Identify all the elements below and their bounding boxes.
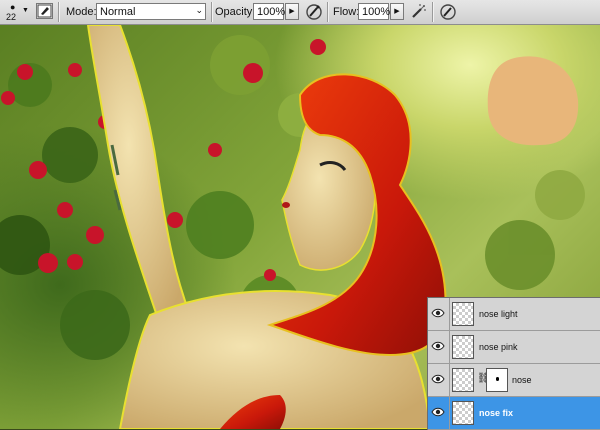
mode-label: Mode: (66, 6, 97, 18)
layer-row[interactable]: nose light (428, 298, 600, 331)
layer-name: nose (512, 375, 532, 385)
brush-panel-toggle-button[interactable] (36, 3, 53, 19)
visibility-toggle[interactable] (428, 364, 450, 396)
lips (282, 202, 290, 208)
flow-slider-button[interactable]: ▶ (390, 3, 404, 20)
brush-size-value: 22 (6, 12, 17, 22)
options-bar: ● 22 ▼ Mode: Normal ⌄ Opacity: 100% ▶ Fl… (0, 0, 600, 25)
eye-icon (431, 374, 445, 384)
layer-name: nose fix (479, 408, 514, 418)
flow-value: 100% (362, 6, 391, 18)
layer-name: nose pink (479, 342, 518, 352)
pen-pressure-icon (306, 4, 322, 20)
mode-value: Normal (100, 6, 136, 18)
flow-label: Flow: (333, 6, 360, 18)
layer-mask-thumbnail[interactable] (486, 368, 508, 392)
layer-name: nose light (479, 309, 518, 319)
chevron-down-icon: ▼ (22, 7, 29, 14)
visibility-toggle[interactable] (428, 397, 450, 429)
tablet-pressure-size-button[interactable] (438, 2, 458, 22)
brush-preset-picker[interactable]: ● 22 ▼ (2, 2, 29, 23)
eye-icon (431, 308, 445, 318)
opacity-label: Opacity: (215, 6, 256, 18)
separator (327, 2, 329, 22)
opacity-field[interactable]: 100% (253, 3, 286, 20)
separator (432, 2, 434, 22)
layer-thumbnail (452, 368, 474, 392)
mode-select[interactable]: Normal ⌄ (96, 3, 206, 20)
separator (58, 2, 60, 22)
visibility-toggle[interactable] (428, 298, 450, 330)
layer-row-selected[interactable]: nose fix (428, 397, 600, 430)
eye-icon (431, 407, 445, 417)
tablet-pressure-opacity-button[interactable] (304, 2, 324, 22)
chevron-down-icon: ⌄ (195, 5, 203, 15)
arm (86, 25, 192, 327)
color-swatch (487, 56, 579, 146)
brush-panel-icon (37, 4, 52, 18)
separator (211, 2, 213, 22)
opacity-value: 100% (257, 6, 286, 18)
airbrush-icon (412, 4, 426, 18)
eye-icon (431, 341, 445, 351)
airbrush-button[interactable] (409, 2, 429, 22)
visibility-toggle[interactable] (428, 331, 450, 363)
layer-row[interactable]: ⛓ nose (428, 364, 600, 397)
layers-panel: nose light nose pink ⛓ nose nose fix (427, 297, 600, 430)
pen-pressure-size-icon (440, 4, 456, 20)
layer-thumbnail (452, 302, 474, 326)
flow-field[interactable]: 100% (358, 3, 391, 20)
layer-row[interactable]: nose pink (428, 331, 600, 364)
brush-tip-icon: ● (10, 2, 16, 12)
layer-thumbnail (452, 401, 474, 425)
layer-thumbnail (452, 335, 474, 359)
opacity-slider-button[interactable]: ▶ (285, 3, 299, 20)
